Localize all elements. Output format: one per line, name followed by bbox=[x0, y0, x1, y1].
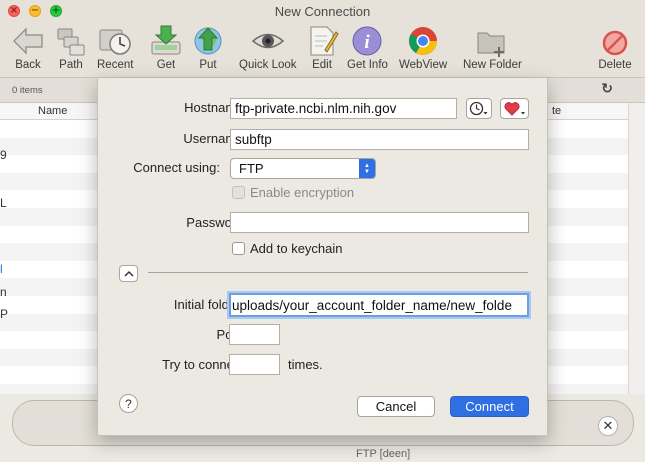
retry-suffix-label: times. bbox=[288, 357, 323, 372]
new-folder-label: New Folder bbox=[463, 59, 522, 71]
edit-label: Edit bbox=[312, 59, 332, 71]
get-label: Get bbox=[156, 59, 176, 71]
initial-folder-value: uploads/your_account_folder_name/new_fol… bbox=[232, 297, 512, 313]
chevron-up-icon bbox=[123, 270, 134, 277]
delete-label: Delete bbox=[598, 59, 632, 71]
history-button[interactable] bbox=[466, 98, 492, 119]
left-fragment: n bbox=[0, 285, 7, 299]
encryption-label: Enable encryption bbox=[250, 185, 355, 200]
connect-using-label: Connect using: bbox=[133, 160, 220, 175]
column-name-header[interactable]: Name bbox=[38, 105, 67, 117]
new-folder-button[interactable]: New Folder bbox=[463, 24, 522, 71]
webview-button[interactable]: WebView bbox=[399, 24, 447, 71]
new-folder-icon bbox=[477, 32, 505, 57]
download-icon bbox=[151, 25, 181, 55]
clock-icon bbox=[469, 101, 488, 116]
protocol-select[interactable]: FTP ▲ ▼ bbox=[230, 158, 376, 179]
cancel-button[interactable]: Cancel bbox=[357, 396, 435, 417]
refresh-icon[interactable]: ↻ bbox=[601, 81, 613, 97]
retry-count-field[interactable] bbox=[229, 354, 280, 375]
back-label: Back bbox=[15, 59, 41, 71]
new-connection-sheet: Hostname: ftp-private.ncbi.nlm.nih.gov U… bbox=[97, 78, 548, 436]
password-field[interactable] bbox=[230, 212, 529, 233]
keychain-label: Add to keychain bbox=[250, 241, 343, 256]
heart-icon bbox=[503, 101, 525, 116]
get-info-label: Get Info bbox=[347, 59, 388, 71]
connect-label: Connect bbox=[465, 399, 514, 414]
items-count: 0 items bbox=[12, 85, 43, 96]
title-bar: × − + New Connection bbox=[0, 0, 645, 22]
vertical-scrollbar[interactable] bbox=[628, 103, 645, 403]
select-arrows-icon: ▲ ▼ bbox=[359, 159, 375, 178]
delete-icon bbox=[602, 30, 628, 56]
toolbar: Back Path Recent Get Put Quick Look Edit… bbox=[0, 22, 645, 78]
help-icon: ? bbox=[125, 396, 132, 411]
quick-look-label: Quick Look bbox=[239, 59, 297, 71]
put-label: Put bbox=[199, 59, 217, 71]
protocol-value: FTP bbox=[239, 161, 264, 176]
quick-look-button[interactable]: Quick Look bbox=[239, 24, 297, 71]
path-button[interactable]: Path bbox=[54, 24, 88, 71]
edit-icon bbox=[310, 26, 339, 56]
clear-button[interactable]: ✕ bbox=[598, 416, 618, 436]
left-fragment: l bbox=[0, 262, 3, 276]
upload-icon bbox=[194, 27, 222, 55]
delete-button[interactable]: Delete bbox=[598, 24, 632, 71]
encryption-checkbox[interactable] bbox=[232, 186, 245, 199]
port-field[interactable] bbox=[229, 324, 280, 345]
back-arrow-icon bbox=[13, 27, 43, 55]
get-info-button[interactable]: i Get Info bbox=[347, 24, 388, 71]
left-fragment: 9 bbox=[0, 148, 7, 162]
left-fragment: P bbox=[0, 307, 9, 321]
recent-icon bbox=[99, 29, 131, 55]
bottom-path-label: FTP [deen] bbox=[356, 448, 411, 460]
help-button[interactable]: ? bbox=[119, 394, 138, 413]
cancel-label: Cancel bbox=[375, 399, 417, 414]
edit-button[interactable]: Edit bbox=[305, 24, 339, 71]
close-icon: ✕ bbox=[602, 418, 614, 434]
recent-label: Recent bbox=[97, 59, 134, 71]
put-button[interactable]: Put bbox=[191, 24, 225, 71]
divider bbox=[148, 272, 528, 273]
keychain-checkbox[interactable] bbox=[232, 242, 245, 255]
chrome-icon bbox=[409, 27, 438, 55]
initial-folder-field[interactable]: uploads/your_account_folder_name/new_fol… bbox=[229, 293, 529, 317]
window-title: New Connection bbox=[274, 4, 371, 19]
eye-icon bbox=[251, 33, 284, 49]
left-fragment: L bbox=[0, 196, 7, 210]
path-icon bbox=[57, 28, 85, 56]
connect-button[interactable]: Connect bbox=[450, 396, 529, 417]
bookmark-button[interactable] bbox=[500, 98, 529, 119]
webview-label: WebView bbox=[399, 59, 448, 71]
username-value: subftp bbox=[235, 132, 272, 147]
recent-button[interactable]: Recent bbox=[97, 24, 133, 71]
back-button[interactable]: Back bbox=[11, 24, 45, 71]
hostname-field[interactable]: ftp-private.ncbi.nlm.nih.gov bbox=[230, 98, 457, 119]
column-date-header[interactable]: te bbox=[552, 105, 561, 117]
collapse-options-button[interactable] bbox=[119, 265, 138, 282]
get-button[interactable]: Get bbox=[149, 24, 183, 71]
hostname-value: ftp-private.ncbi.nlm.nih.gov bbox=[235, 101, 397, 116]
svg-text:i: i bbox=[365, 32, 371, 53]
username-field[interactable]: subftp bbox=[230, 129, 529, 150]
path-label: Path bbox=[59, 59, 83, 71]
info-icon: i bbox=[352, 26, 382, 56]
